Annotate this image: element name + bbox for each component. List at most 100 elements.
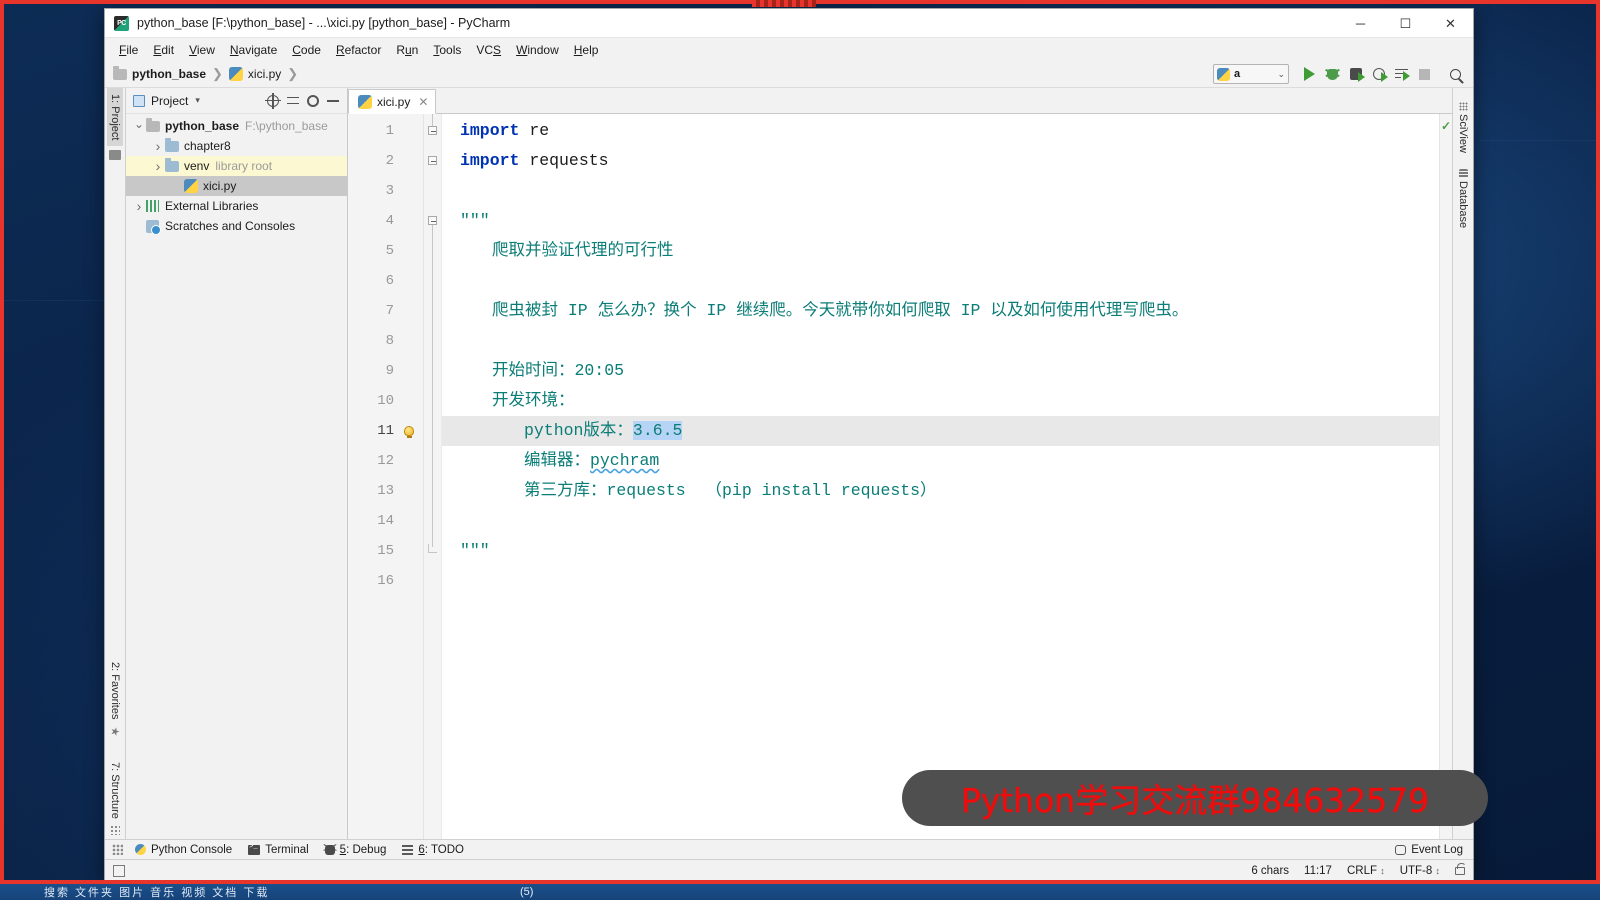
folder-icon xyxy=(109,150,121,161)
menu-help[interactable]: Help xyxy=(567,41,607,59)
sidebar-item-project[interactable]: 1: Project xyxy=(107,88,123,147)
code-line[interactable]: 爬取并验证代理的可行性 xyxy=(492,236,674,266)
fold-gutter[interactable] xyxy=(424,114,442,839)
code-line[interactable]: 开始时间：20:05 xyxy=(492,356,624,386)
code-line[interactable]: """ xyxy=(460,536,490,566)
terminal-icon xyxy=(248,843,261,855)
code-token: import xyxy=(460,121,520,140)
event-log-button[interactable]: Event Log xyxy=(1395,844,1473,856)
disclosure-triangle-icon[interactable] xyxy=(132,119,146,133)
maximize-button[interactable]: ☐ xyxy=(1383,9,1428,37)
code-line[interactable]: python版本：3.6.5 xyxy=(524,416,683,446)
code-token: 爬虫被封 IP 怎么办？换个 IP 继续爬。今天就带你如何爬取 IP 以及如何使… xyxy=(492,301,1189,320)
menu-vcs[interactable]: VCS xyxy=(469,41,509,59)
caret-position[interactable]: 11:17 xyxy=(1304,865,1332,877)
line-separator[interactable]: CRLF ↕ xyxy=(1347,865,1385,877)
scroll-from-source-button[interactable] xyxy=(263,91,283,111)
main-toolbar: a ⌄ xyxy=(1213,63,1473,85)
debug-icon xyxy=(324,844,335,855)
menu-edit[interactable]: Edit xyxy=(146,41,182,59)
toggle-toolbars-icon[interactable] xyxy=(113,864,125,877)
python-file-icon xyxy=(184,179,198,193)
menu-window[interactable]: Window xyxy=(509,41,567,59)
code-line[interactable]: """ xyxy=(460,206,490,236)
todo-label: 6: TODO xyxy=(418,843,464,856)
editor-tab-label: xici.py xyxy=(377,94,411,109)
sidebar-item-structure[interactable]: 7: Structure xyxy=(107,756,123,825)
fold-collapse-icon[interactable] xyxy=(428,216,437,225)
tab-xici-py[interactable]: xici.py ✕ xyxy=(348,89,437,114)
status-bar: 6 chars 11:17 CRLF ↕ UTF-8 ↕ xyxy=(105,859,1473,881)
stop-icon xyxy=(1419,68,1430,80)
menu-navigate[interactable]: Navigate xyxy=(223,41,285,59)
tree-node[interactable]: External Libraries xyxy=(126,196,347,216)
debug-icon xyxy=(1327,68,1338,80)
file-encoding[interactable]: UTF-8 ↕ xyxy=(1400,865,1440,877)
minus-icon xyxy=(327,99,339,102)
tree-node[interactable]: chapter8 xyxy=(126,136,347,156)
tree-node[interactable]: Scratches and Consoles xyxy=(126,216,347,236)
desktop-decoration xyxy=(0,300,104,301)
project-tool-window: Project ▾ python_base F:\python_basechapt… xyxy=(126,88,348,839)
close-button[interactable]: ✕ xyxy=(1428,9,1473,37)
stop-button[interactable] xyxy=(1413,63,1436,85)
code-line[interactable]: 第三方库：requests （pip install requests） xyxy=(524,476,937,506)
intention-bulb-button[interactable] xyxy=(400,416,418,446)
editor-gutter[interactable]: 1 2 3 4 5 6 7 8 9 10 11 12 13 14 15 16 xyxy=(348,114,424,839)
tree-node-label: xici.py xyxy=(203,179,237,193)
tab-terminal[interactable]: Terminal xyxy=(244,843,320,857)
tree-node[interactable]: python_base F:\python_base xyxy=(126,116,347,136)
lock-icon[interactable] xyxy=(1455,862,1466,875)
run-with-console-button[interactable] xyxy=(1390,63,1413,85)
tab-debug[interactable]: 5: Debug xyxy=(321,843,399,857)
profile-button[interactable] xyxy=(1367,63,1390,85)
code-line[interactable]: import requests xyxy=(460,146,609,176)
hide-panel-button[interactable] xyxy=(323,91,343,111)
sidebar-item-database[interactable]: Database xyxy=(1457,168,1469,228)
fold-collapse-icon[interactable] xyxy=(428,156,437,165)
menu-tools[interactable]: Tools xyxy=(426,41,469,59)
search-everywhere-button[interactable] xyxy=(1444,63,1467,85)
panel-settings-button[interactable] xyxy=(303,91,323,111)
disclosure-triangle-icon[interactable] xyxy=(151,158,165,174)
tab-todo[interactable]: 6: TODO xyxy=(398,843,476,857)
tree-node-sublabel: F:\python_base xyxy=(245,119,328,133)
collapse-all-button[interactable] xyxy=(283,91,303,111)
code-pane[interactable]: import re import requests """ 爬取并验证代理的可行性 爬虫… xyxy=(424,114,1439,839)
code-line[interactable]: import re xyxy=(460,116,549,146)
spelling-warning-text: pychram xyxy=(590,451,660,470)
close-icon[interactable]: ✕ xyxy=(418,95,428,109)
fold-collapse-icon[interactable] xyxy=(428,126,437,135)
tree-node[interactable]: venv library root xyxy=(126,156,347,176)
disclosure-triangle-icon[interactable] xyxy=(132,198,146,214)
sidebar-item-sciview[interactable]: SciView xyxy=(1457,102,1469,153)
disclosure-triangle-icon[interactable] xyxy=(151,138,165,154)
line-number: 5 xyxy=(385,243,394,259)
code-line[interactable]: 开发环境： xyxy=(492,386,575,416)
debug-button[interactable] xyxy=(1321,63,1344,85)
error-stripe-gutter[interactable]: ✓ xyxy=(1439,114,1452,839)
tree-node[interactable]: xici.py xyxy=(126,176,347,196)
breadcrumb-file[interactable]: xici.py xyxy=(248,67,281,81)
code-token: re xyxy=(519,121,550,140)
breadcrumb-project[interactable]: python_base xyxy=(132,67,206,81)
tab-python-console[interactable]: Python Console xyxy=(131,843,244,857)
menu-code[interactable]: Code xyxy=(285,41,329,59)
code-line[interactable]: 爬虫被封 IP 怎么办？换个 IP 继续爬。今天就带你如何爬取 IP 以及如何使… xyxy=(492,296,1188,326)
bottom-tool-strip: Python Console Terminal 5: Debug 6: TODO… xyxy=(105,839,1473,859)
menu-view[interactable]: View xyxy=(182,41,223,59)
chevron-down-icon[interactable]: ▾ xyxy=(195,95,200,106)
code-line[interactable]: 编辑器：pychram xyxy=(524,446,659,476)
menu-file[interactable]: File xyxy=(112,41,146,59)
sidebar-item-favorites[interactable]: 2: Favorites xyxy=(107,656,123,725)
run-with-console-icon xyxy=(1395,68,1410,81)
run-button[interactable] xyxy=(1298,63,1321,85)
project-tab-label: 1: Project xyxy=(109,94,121,141)
line-number: 1 xyxy=(385,123,394,139)
minimize-button[interactable]: ─ xyxy=(1338,9,1383,37)
run-configuration-selector[interactable]: a ⌄ xyxy=(1213,64,1289,84)
menu-run[interactable]: Run xyxy=(389,41,426,59)
coverage-button[interactable] xyxy=(1344,63,1367,85)
project-tree[interactable]: python_base F:\python_base chapter8 venvlib… xyxy=(126,114,347,839)
menu-refactor[interactable]: Refactor xyxy=(329,41,389,59)
